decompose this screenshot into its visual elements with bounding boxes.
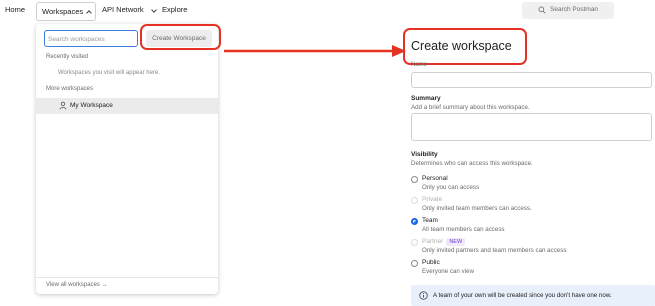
option-description: All team members can access: [422, 226, 505, 233]
more-workspaces-heading: More workspaces: [46, 86, 94, 92]
option-description: Only you can access: [422, 184, 480, 191]
option-title-wrap: Partner NEW: [422, 238, 466, 246]
option-description: Only invited team members can access.: [422, 205, 532, 212]
radio-button[interactable]: [411, 239, 418, 246]
option-description: Only invited partners and team members c…: [422, 247, 567, 254]
create-workspace-form: Create workspace Name Summary Add a brie…: [411, 30, 655, 306]
workspace-search-input[interactable]: [48, 33, 134, 45]
workspaces-dropdown: Create Workspace Recently visited Worksp…: [36, 24, 218, 294]
create-button-highlight: [140, 24, 221, 50]
option-title: Partner: [422, 238, 444, 245]
visibility-option-public[interactable]: Public Everyone can view: [411, 259, 655, 279]
visibility-option-personal[interactable]: Personal Only you can access: [411, 175, 655, 195]
visibility-option-team[interactable]: Team All team members can access: [411, 217, 655, 237]
visibility-label: Visibility: [411, 151, 438, 158]
radio-button[interactable]: [411, 260, 418, 267]
recently-visited-empty: Workspaces you visit will appear here.: [58, 70, 160, 76]
radio-button[interactable]: [411, 176, 418, 183]
info-banner: A team of your own will be created since…: [411, 285, 655, 306]
divider: [36, 277, 218, 278]
option-title: Private: [422, 196, 443, 203]
top-bar: Home Workspaces API Network Explore Sear…: [0, 0, 655, 24]
search-icon: [538, 6, 546, 14]
option-title: Public: [422, 259, 440, 266]
workspace-search-field[interactable]: [44, 30, 138, 47]
workspace-item-label: My Workspace: [70, 102, 113, 109]
name-input[interactable]: [411, 72, 652, 88]
view-all-workspaces-link[interactable]: View all workspaces →: [46, 282, 108, 288]
summary-help: Add a brief summary about this workspace…: [411, 104, 530, 111]
nav-explore[interactable]: Explore: [162, 5, 187, 14]
visibility-option-private[interactable]: Private Only invited team members can ac…: [411, 196, 655, 216]
chevron-down-icon: [151, 7, 157, 13]
chevron-up-icon: [86, 10, 92, 16]
nav-workspaces[interactable]: Workspaces: [36, 2, 96, 21]
new-badge: NEW: [446, 238, 466, 246]
summary-label: Summary: [411, 95, 441, 102]
search-placeholder: Search Postman: [550, 6, 599, 13]
arrow-annotation: [224, 45, 406, 57]
page-title: Create workspace: [411, 39, 512, 53]
summary-textarea[interactable]: [411, 113, 652, 141]
option-title: Personal: [422, 175, 448, 182]
radio-button-selected[interactable]: [411, 218, 418, 225]
recently-visited-heading: Recently visited: [46, 54, 89, 60]
option-title: Team: [422, 217, 438, 224]
global-search[interactable]: Search Postman: [522, 2, 614, 19]
name-label: Name: [411, 62, 428, 68]
nav-home[interactable]: Home: [5, 5, 25, 14]
info-text: A team of your own will be created since…: [433, 292, 612, 299]
option-description: Everyone can view: [422, 268, 474, 275]
nav-workspaces-label: Workspaces: [42, 7, 84, 16]
visibility-option-partner[interactable]: Partner NEW Only invited partners and tea…: [411, 238, 655, 258]
nav-api-network[interactable]: API Network: [102, 5, 162, 14]
radio-button[interactable]: [411, 197, 418, 204]
nav-api-network-label: API Network: [102, 5, 144, 14]
visibility-help: Determines who can access this workspace…: [411, 160, 533, 167]
user-icon: [59, 101, 67, 110]
info-icon: [419, 291, 428, 300]
workspace-item[interactable]: My Workspace: [36, 98, 218, 114]
